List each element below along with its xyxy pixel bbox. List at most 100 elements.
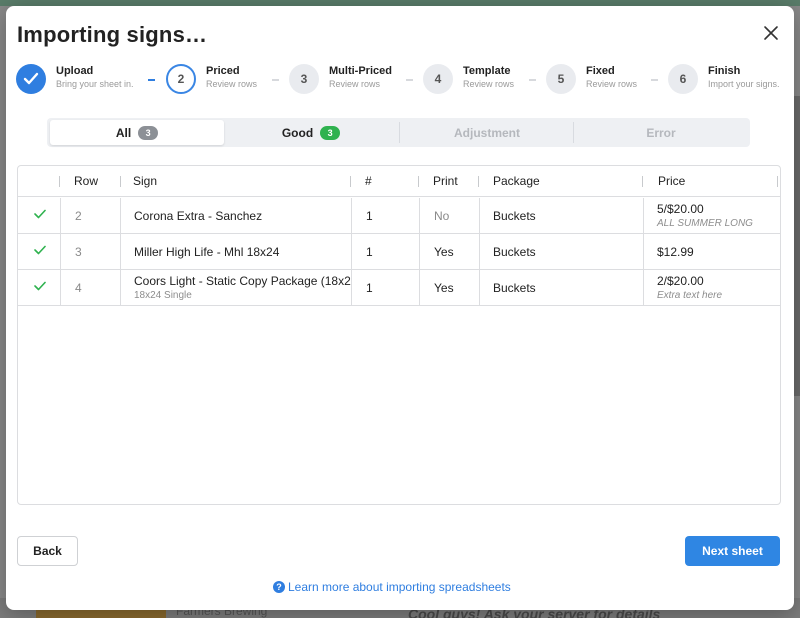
qty-value: 1 [366,209,373,223]
print-value: Yes [434,245,454,259]
cell-price: $12.99 [643,234,780,269]
tab-label: Error [646,125,676,140]
signs-table: Row Sign # Print Package Price 2 Corona … [17,165,781,505]
price-note: ALL SUMMER LONG [657,218,753,229]
next-sheet-button[interactable]: Next sheet [685,536,780,566]
package-value: Buckets [493,209,536,223]
step-label: Upload [56,65,94,77]
price-value: $12.99 [657,245,694,259]
cell-qty: 1 [351,234,419,269]
cell-price: 2/$20.00 Extra text here [643,270,780,305]
step-number: 3 [289,64,319,94]
cell-row: 2 [60,198,120,233]
column-divider [120,176,121,187]
tab-error[interactable]: Error [574,120,748,145]
cell-qty: 1 [351,270,419,305]
price-value: 5/$20.00 [657,202,704,216]
column-divider [777,176,778,187]
step-sub: Review rows [463,79,515,89]
question-icon: ? [273,581,285,593]
table-row[interactable]: 4 Coors Light - Static Copy Package (18x… [18,270,780,306]
cell-package: Buckets [479,234,643,269]
step-sub: Review rows [206,79,258,89]
step-label: Template [463,65,511,77]
cell-print: Yes [419,270,479,305]
background-page-edge [794,96,800,396]
row-number: 3 [75,245,82,259]
step-number: 5 [546,64,576,94]
tab-adjustment[interactable]: Adjustment [400,120,574,145]
cell-package: Buckets [479,198,643,233]
check-circle-icon [16,64,46,94]
step-label: Multi-Priced [329,65,392,77]
tab-label: Adjustment [454,125,520,140]
table-row[interactable]: 3 Miller High Life - Mhl 18x24 1 Yes Buc… [18,234,780,270]
column-divider [59,176,60,187]
sign-name: Coors Light - Static Copy Package (18x24… [134,274,351,288]
tab-all[interactable]: All 3 [50,120,224,145]
column-divider [642,176,643,187]
step-label: Fixed [586,65,615,77]
sign-name: Miller High Life - Mhl 18x24 [134,245,280,259]
qty-value: 1 [366,281,373,295]
column-header-package[interactable]: Package [493,166,540,197]
cell-sign: Miller High Life - Mhl 18x24 [120,234,351,269]
step-number: 4 [423,64,453,94]
import-stepper: Upload Bring your sheet in. 2 Priced Rev… [16,62,786,102]
tab-label: All [115,125,132,140]
package-value: Buckets [493,281,536,295]
column-header-sign[interactable]: Sign [133,166,157,197]
step-number: 2 [166,64,196,94]
step-connector [148,79,155,81]
step-connector [651,79,658,81]
step-number: 6 [668,64,698,94]
column-divider [478,176,479,187]
column-header-print[interactable]: Print [433,166,458,197]
cell-package: Buckets [479,270,643,305]
back-button[interactable]: Back [17,536,78,566]
cell-print: No [419,198,479,233]
cell-print: Yes [419,234,479,269]
cell-qty: 1 [351,198,419,233]
step-connector [406,79,413,81]
column-header-row[interactable]: Row [74,166,98,197]
row-number: 2 [75,209,82,223]
cell-row: 4 [60,270,120,305]
close-icon [764,26,778,40]
check-icon [34,245,46,255]
close-button[interactable] [762,24,780,42]
count-badge: 3 [320,125,341,140]
tab-label: Good [281,125,314,140]
cell-row: 3 [60,234,120,269]
check-icon [34,209,46,219]
tab-good[interactable]: Good 3 [224,120,398,145]
qty-value: 1 [366,245,373,259]
modal-title: Importing signs… [17,22,208,47]
step-label: Finish [708,65,741,77]
import-modal: Importing signs… Upload Bring your sheet… [6,6,794,610]
price-value: 2/$20.00 [657,274,704,288]
sign-name: Corona Extra - Sanchez [134,209,263,223]
step-sub: Import your signs. [708,79,780,89]
row-number: 4 [75,281,82,295]
step-sub: Bring your sheet in. [56,79,134,89]
step-connector [272,79,279,81]
step-sub: Review rows [586,79,638,89]
column-header-price[interactable]: Price [658,166,685,197]
table-row[interactable]: 2 Corona Extra - Sanchez 1 No Buckets 5/… [18,198,780,234]
package-value: Buckets [493,245,536,259]
column-divider [418,176,419,187]
filter-tabs: All 3 Good 3 Adjustment Error [47,118,750,147]
print-value: No [434,209,450,223]
column-divider [350,176,351,187]
step-sub: Review rows [329,79,381,89]
help-link[interactable]: ? Learn more about importing spreadsheet… [273,580,511,594]
step-connector [529,79,536,81]
help-link-label: Learn more about importing spreadsheets [288,580,511,594]
sign-size: 18x24 Single [134,290,192,301]
cell-price: 5/$20.00 ALL SUMMER LONG [643,198,780,233]
column-header-qty[interactable]: # [365,166,372,197]
cell-sign: Coors Light - Static Copy Package (18x24… [120,270,351,305]
print-value: Yes [434,281,454,295]
check-icon [34,281,46,291]
